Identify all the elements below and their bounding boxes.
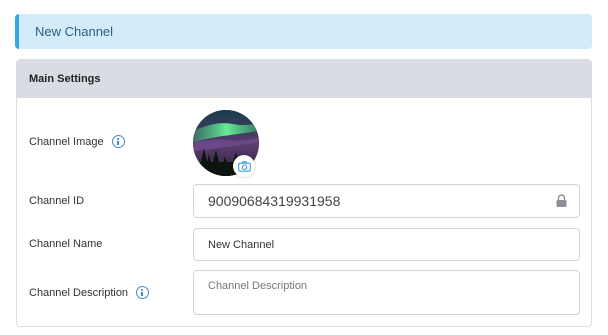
channel-image-label-row: Channel Image <box>29 135 125 148</box>
channel-name-label: Channel Name <box>29 238 103 250</box>
channel-id-label: Channel ID <box>29 195 85 207</box>
channel-description-field[interactable] <box>193 270 580 315</box>
lock-icon <box>556 194 567 207</box>
change-image-button[interactable] <box>233 155 255 177</box>
channel-id-label-row: Channel ID <box>29 195 84 207</box>
channel-name-input[interactable] <box>194 229 579 260</box>
channel-description-label: Channel Description <box>29 286 129 299</box>
channel-name-label-row: Channel Name <box>29 238 102 250</box>
main-settings-panel: Main Settings Channel Image Channel ID 9… <box>16 59 592 327</box>
channel-description-input[interactable] <box>194 271 579 314</box>
info-icon[interactable] <box>136 286 150 299</box>
channel-id-field[interactable] <box>193 184 580 218</box>
panel-header: Main Settings <box>17 60 591 98</box>
channel-name-field[interactable] <box>193 228 580 261</box>
page-title: New Channel <box>35 24 114 39</box>
channel-description-label-row: Channel Description <box>29 286 150 299</box>
channel-image-label: Channel Image <box>29 135 104 148</box>
camera-icon <box>237 160 251 172</box>
page-header: New Channel <box>15 14 592 49</box>
panel-title: Main Settings <box>29 73 101 85</box>
channel-id-input[interactable] <box>194 185 579 217</box>
info-icon[interactable] <box>111 135 125 148</box>
